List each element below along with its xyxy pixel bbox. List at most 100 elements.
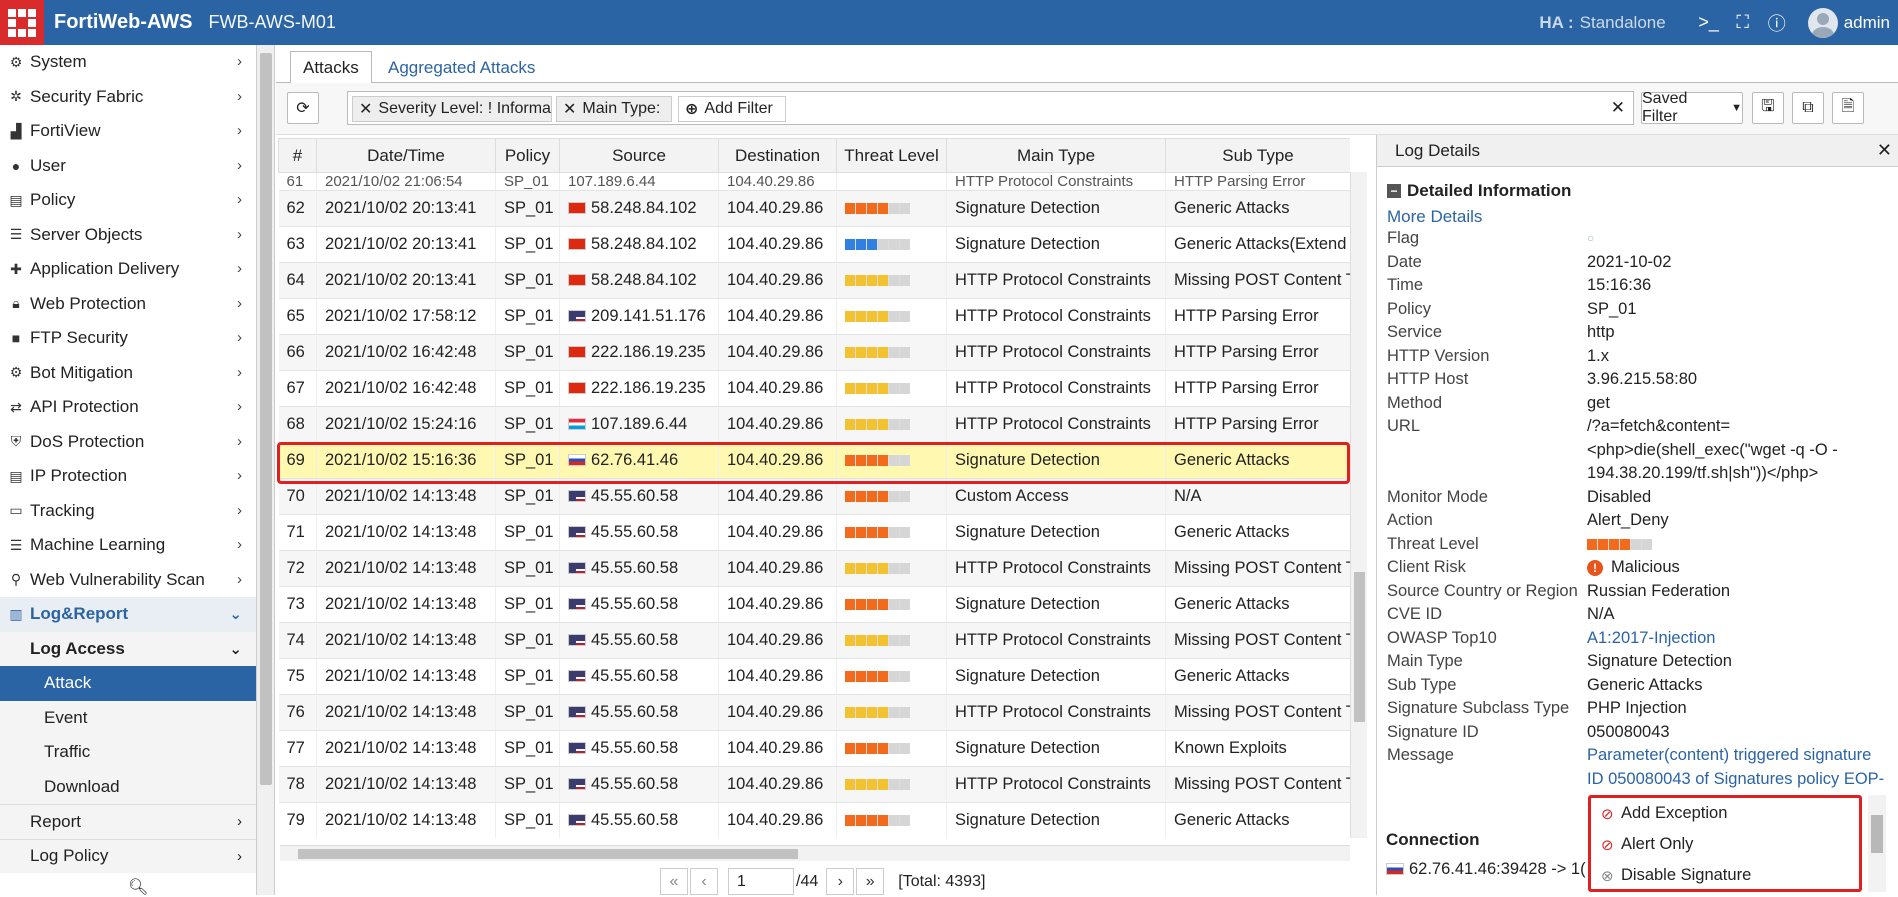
sidebar-item-security-fabric[interactable]: ✲ Security Fabric › xyxy=(0,80,256,115)
table-row[interactable]: 73 2021/10/02 14:13:48 SP_01 45.55.60.58 104… xyxy=(278,586,1350,623)
column-header[interactable]: Sub Type xyxy=(1165,138,1350,173)
table-row[interactable]: 78 2021/10/02 14:13:48 SP_01 45.55.60.58 104… xyxy=(278,766,1350,803)
sidebar-item-log-policy[interactable]: Log Policy › xyxy=(0,838,256,873)
sidebar-item-policy[interactable]: ▤ Policy › xyxy=(0,183,256,218)
sidebar-item-traffic[interactable]: Traffic xyxy=(0,735,256,770)
detail-value: ○ xyxy=(1587,231,1595,245)
table-row[interactable]: 65 2021/10/02 17:58:12 SP_01 209.141.51.176… xyxy=(278,298,1350,335)
sidebar-item-api-protection[interactable]: ⇄ API Protection › xyxy=(0,390,256,425)
detail-key: Method xyxy=(1387,393,1443,412)
table-row[interactable]: 64 2021/10/02 20:13:41 SP_01 58.248.84.102 1… xyxy=(278,262,1350,299)
sidebar-item-attack[interactable]: Attack xyxy=(0,666,256,701)
table-row[interactable]: 72 2021/10/02 14:13:48 SP_01 45.55.60.58 104… xyxy=(278,550,1350,587)
table-row[interactable]: 75 2021/10/02 14:13:48 SP_01 45.55.60.58 104… xyxy=(278,658,1350,695)
sidebar-item-web-vulnerability-scan[interactable]: ⚲ Web Vulnerability Scan › xyxy=(0,563,256,598)
sidebar-item-web-protection[interactable]: 🔒︎ Web Protection › xyxy=(0,287,256,322)
remove-filter-icon[interactable]: ✕ xyxy=(563,99,576,119)
filter-chip-main-type[interactable]: ✕ Main Type: … xyxy=(556,96,672,122)
detail-value[interactable]: A1:2017-Injection xyxy=(1587,627,1887,651)
table-row[interactable]: 69 2021/10/02 15:16:36 SP_01 62.76.41.46 104… xyxy=(278,442,1350,479)
last-page-button[interactable]: » xyxy=(856,868,885,895)
cell-policy: SP_01 xyxy=(495,514,560,551)
remove-filter-icon[interactable]: ✕ xyxy=(359,99,372,119)
sidebar-item-dos-protection[interactable]: ⛨ DoS Protection › xyxy=(0,425,256,460)
saved-filter-dropdown[interactable]: Saved Filter ▼ xyxy=(1641,90,1743,125)
clear-filters-icon[interactable]: ✕ xyxy=(1611,98,1625,118)
column-header[interactable]: Source xyxy=(559,138,719,173)
column-header[interactable]: Main Type xyxy=(946,138,1166,173)
page-input[interactable]: 1 xyxy=(728,868,794,895)
sidebar-item-log-access[interactable]: Log Access ⌄ xyxy=(0,631,256,666)
sidebar-item-ftp-security[interactable]: ■ FTP Security › xyxy=(0,321,256,356)
sidebar-item-bot-mitigation[interactable]: ⚙ Bot Mitigation › xyxy=(0,356,256,391)
refresh-button[interactable]: ⟳ xyxy=(287,92,319,124)
sidebar-item-ip-protection[interactable]: ▤ IP Protection › xyxy=(0,459,256,494)
sidebar-item-application-delivery[interactable]: ✚ Application Delivery › xyxy=(0,252,256,287)
table-row[interactable]: 77 2021/10/02 14:13:48 SP_01 45.55.60.58 104… xyxy=(278,730,1350,767)
pdf-button[interactable]: 🗎 xyxy=(1832,92,1864,124)
add-filter-button[interactable]: ⊕ Add Filter xyxy=(678,96,786,122)
collapse-icon[interactable]: − xyxy=(1387,184,1401,198)
table-row[interactable]: 74 2021/10/02 14:13:48 SP_01 45.55.60.58 104… xyxy=(278,622,1350,659)
fullscreen-icon[interactable]: ⛶ xyxy=(1726,12,1760,33)
scrollbar-thumb[interactable] xyxy=(1354,572,1365,722)
help-icon[interactable]: ⓘ xyxy=(1760,10,1794,36)
prev-page-button[interactable]: ‹ xyxy=(690,868,718,895)
detail-value: 15:16:36 xyxy=(1587,276,1652,294)
sidebar-item-tracking[interactable]: ▭ Tracking › xyxy=(0,494,256,529)
section-detailed-information[interactable]: − Detailed Information xyxy=(1387,181,1898,201)
fortinet-logo-icon[interactable] xyxy=(0,0,44,45)
table-row[interactable]: 70 2021/10/02 14:13:48 SP_01 45.55.60.58 104… xyxy=(278,478,1350,515)
table-vertical-scrollbar[interactable] xyxy=(1350,172,1367,838)
chevron-right-icon: › xyxy=(237,363,242,381)
table-horizontal-scrollbar[interactable] xyxy=(280,845,1350,861)
column-header[interactable]: Destination xyxy=(718,138,837,173)
column-header[interactable]: # xyxy=(278,138,317,173)
table-row[interactable]: 71 2021/10/02 14:13:48 SP_01 45.55.60.58 104… xyxy=(278,514,1350,551)
scrollbar-thumb[interactable] xyxy=(260,53,272,785)
disable-signature-option[interactable]: ⊗ Disable Signature xyxy=(1591,860,1859,891)
table-row[interactable]: 61 2021/10/02 21:06:54 SP_01 107.189.6.44 10… xyxy=(278,172,1350,191)
flag-cn-icon xyxy=(568,238,586,250)
table-row[interactable]: 68 2021/10/02 15:24:16 SP_01 107.189.6.44 10… xyxy=(278,406,1350,443)
tab-aggregated-attacks[interactable]: Aggregated Attacks xyxy=(376,51,547,84)
sidebar-item-machine-learning[interactable]: ☰ Machine Learning › xyxy=(0,528,256,563)
table-row[interactable]: 79 2021/10/02 14:13:48 SP_01 45.55.60.58 104… xyxy=(278,802,1350,838)
sidebar-item-system[interactable]: ⚙ System › xyxy=(0,45,256,80)
sidebar-scrollbar[interactable] xyxy=(257,45,275,895)
scrollbar-thumb[interactable] xyxy=(1871,815,1883,853)
table-row[interactable]: 66 2021/10/02 16:42:48 SP_01 222.186.19.235… xyxy=(278,334,1350,371)
save-button[interactable]: 🖫 xyxy=(1752,92,1784,124)
column-header[interactable]: Policy xyxy=(495,138,560,173)
cli-console-icon[interactable]: >_ xyxy=(1692,12,1726,33)
sidebar-item-report[interactable]: Report › xyxy=(0,804,256,839)
table-row[interactable]: 62 2021/10/02 20:13:41 SP_01 58.248.84.102 1… xyxy=(278,190,1350,227)
table-row[interactable]: 67 2021/10/02 16:42:48 SP_01 222.186.19.235… xyxy=(278,370,1350,407)
first-page-button[interactable]: « xyxy=(660,868,688,895)
next-page-button[interactable]: › xyxy=(826,868,855,895)
sidebar-item-fortiview[interactable]: ▟ FortiView › xyxy=(0,114,256,149)
table-row[interactable]: 63 2021/10/02 20:13:41 SP_01 58.248.84.102 1… xyxy=(278,226,1350,263)
sidebar-item-server-objects[interactable]: ☰ Server Objects › xyxy=(0,218,256,253)
search-icon[interactable]: 🔍︎ xyxy=(128,877,148,897)
close-icon[interactable]: ✕ xyxy=(1877,140,1892,161)
sidebar-item-event[interactable]: Event xyxy=(0,700,256,735)
sidebar-item-log-report[interactable]: ▥ Log&Report ⌄ xyxy=(0,597,256,632)
column-header[interactable]: Date/Time xyxy=(316,138,496,173)
export-button[interactable]: ⧉ xyxy=(1792,92,1824,124)
avatar[interactable] xyxy=(1807,7,1838,38)
add-exception-option[interactable]: ⊘ Add Exception xyxy=(1591,798,1859,829)
column-header[interactable]: Threat Level xyxy=(836,138,947,173)
filter-bar[interactable]: ✕ Severity Level: ! Informative ✕ Main T… xyxy=(347,91,1634,125)
more-details-link[interactable]: More Details xyxy=(1387,207,1898,227)
tab-attacks[interactable]: Attacks xyxy=(290,51,372,84)
alert-only-option[interactable]: ⊘ Alert Only xyxy=(1591,829,1859,860)
menu-scrollbar[interactable] xyxy=(1868,795,1886,892)
filter-chip-severity[interactable]: ✕ Severity Level: ! Informative xyxy=(352,96,552,122)
table-row[interactable]: 76 2021/10/02 14:13:48 SP_01 45.55.60.58 104… xyxy=(278,694,1350,731)
scrollbar-thumb[interactable] xyxy=(298,849,798,859)
user-menu[interactable]: admin xyxy=(1844,13,1890,33)
sidebar-item-user[interactable]: ● User › xyxy=(0,149,256,184)
sidebar-item-download[interactable]: Download xyxy=(0,769,256,804)
cell-sub-type: Missing POST Content T xyxy=(1165,262,1350,299)
